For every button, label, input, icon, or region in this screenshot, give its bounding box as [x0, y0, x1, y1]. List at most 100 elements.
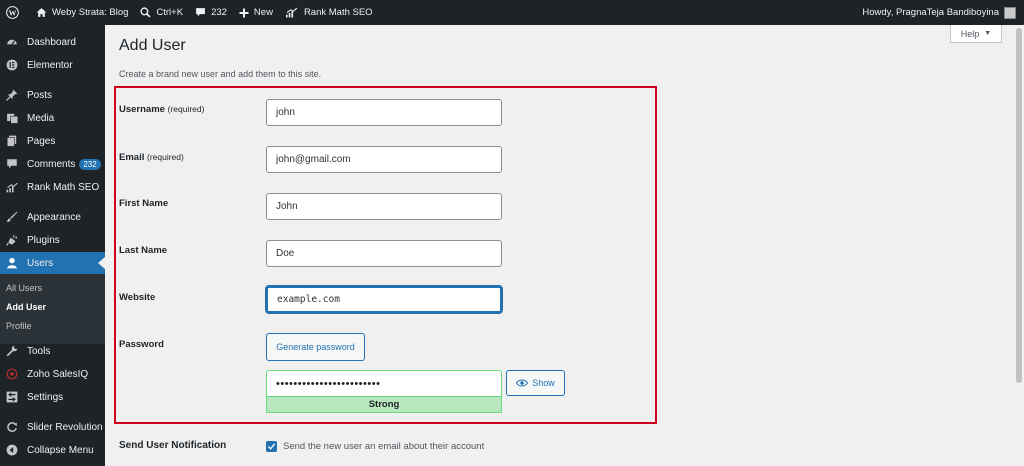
- checkmark-icon: [267, 443, 276, 450]
- comments-icon: [5, 157, 19, 171]
- comments-badge: 232: [79, 158, 101, 170]
- show-label: Show: [532, 378, 555, 388]
- notification-text: Send the new user an email about their a…: [283, 441, 485, 452]
- required-note: (required): [167, 104, 205, 114]
- sidebar-label: Comments: [27, 158, 76, 170]
- sidebar-label: Plugins: [27, 234, 60, 246]
- sidebar-label: Posts: [27, 89, 53, 101]
- last-name-label: Last Name: [119, 245, 168, 256]
- shortcut-label: Ctrl+K: [156, 7, 184, 18]
- first-name-field[interactable]: John: [266, 193, 502, 220]
- email-label: Email (required): [119, 152, 184, 163]
- pin-icon: [5, 88, 19, 102]
- sidebar-item-plugins[interactable]: Plugins: [0, 229, 105, 251]
- sidebar-label: Appearance: [27, 211, 81, 223]
- email-label-text: Email: [119, 152, 145, 163]
- sidebar-label: Dashboard: [27, 36, 76, 48]
- sidebar-label: Rank Math SEO: [27, 181, 100, 193]
- refresh-icon: [5, 420, 19, 434]
- wrench-icon: [5, 344, 19, 358]
- search-icon: [140, 7, 151, 18]
- wordpress-logo[interactable]: W: [0, 0, 30, 25]
- rank-math-link[interactable]: Rank Math SEO: [279, 0, 379, 25]
- username-label-text: Username: [119, 104, 165, 115]
- submenu-profile[interactable]: Profile: [6, 321, 32, 331]
- help-button[interactable]: Help ▼: [950, 25, 1002, 43]
- comments-link[interactable]: 232: [189, 0, 233, 25]
- sidebar-label: Users: [27, 257, 54, 269]
- sidebar-item-settings[interactable]: Settings: [0, 386, 105, 408]
- rank-math-label: Rank Math SEO: [303, 7, 373, 18]
- sidebar-item-rank-math[interactable]: Rank Math SEO: [0, 176, 105, 198]
- sidebar-label: Media: [27, 112, 55, 124]
- collapse-icon: [5, 443, 19, 457]
- rank-math-icon: [285, 7, 298, 18]
- sidebar-item-users[interactable]: Users: [0, 252, 105, 274]
- sidebar-label: Elementor: [27, 59, 73, 71]
- first-name-value: John: [276, 201, 298, 212]
- sidebar-label: Tools: [27, 345, 51, 357]
- site-name: Weby Strata: Blog: [52, 7, 129, 18]
- submenu-add-user[interactable]: Add User: [6, 302, 46, 312]
- sidebar-item-posts[interactable]: Posts: [0, 84, 105, 106]
- sidebar-item-tools[interactable]: Tools: [0, 340, 105, 362]
- sidebar-item-elementor[interactable]: Elementor: [0, 54, 105, 76]
- rank-math-icon: [5, 180, 19, 194]
- required-note: (required): [147, 152, 184, 162]
- site-name-link[interactable]: Weby Strata: Blog: [30, 0, 134, 25]
- eye-icon: [516, 379, 529, 387]
- caret-down-icon: ▼: [984, 30, 992, 37]
- elementor-icon: [5, 58, 19, 72]
- sidebar-item-slider-revolution[interactable]: Slider Revolution: [0, 416, 105, 438]
- help-label: Help: [960, 28, 980, 39]
- username-label: Username (required): [119, 104, 204, 115]
- svg-text:W: W: [9, 8, 17, 17]
- sidebar-item-zoho[interactable]: Zoho SalesIQ: [0, 363, 105, 385]
- collapse-menu-button[interactable]: Collapse Menu: [0, 439, 105, 461]
- command-palette[interactable]: Ctrl+K: [134, 0, 189, 25]
- users-submenu: All Users Add User Profile: [0, 274, 105, 344]
- scrollbar-thumb[interactable]: [1016, 28, 1022, 383]
- sidebar-label: Pages: [27, 135, 56, 147]
- sidebar-label: Collapse Menu: [27, 444, 94, 456]
- password-field[interactable]: ••••••••••••••••••••••••: [266, 370, 502, 397]
- password-label: Password: [119, 339, 164, 350]
- page-description: Create a brand new user and add them to …: [119, 69, 322, 79]
- sidebar-item-pages[interactable]: Pages: [0, 130, 105, 152]
- sidebar-item-dashboard[interactable]: Dashboard: [0, 31, 105, 53]
- sidebar-label: Zoho SalesIQ: [27, 368, 89, 380]
- plugin-icon: [5, 233, 19, 247]
- zoho-icon: [5, 367, 19, 381]
- password-strength-indicator: Strong: [266, 396, 502, 413]
- last-name-field[interactable]: Doe: [266, 240, 502, 267]
- sidebar-label: Slider Revolution: [27, 421, 103, 433]
- username-field[interactable]: john: [266, 99, 502, 126]
- sidebar-item-appearance[interactable]: Appearance: [0, 206, 105, 228]
- comment-icon: [196, 8, 205, 17]
- page-title: Add User: [119, 37, 186, 54]
- plus-icon: [239, 8, 249, 17]
- sidebar-item-media[interactable]: Media: [0, 107, 105, 129]
- email-field[interactable]: john@gmail.com: [266, 146, 502, 173]
- show-password-button[interactable]: Show: [506, 370, 565, 396]
- greeting: Howdy, PragnaTeja Bandiboyina: [862, 7, 999, 18]
- media-icon: [5, 111, 19, 125]
- new-content-link[interactable]: New: [233, 0, 279, 25]
- last-name-value: Doe: [276, 248, 295, 259]
- password-value: ••••••••••••••••••••••••: [276, 378, 381, 390]
- home-icon: [36, 8, 47, 17]
- admin-sidebar: Dashboard Elementor Posts Media Pages Co…: [0, 25, 105, 466]
- website-value: example.com: [277, 294, 340, 305]
- email-value: john@gmail.com: [276, 154, 351, 165]
- paintbrush-icon: [5, 210, 19, 224]
- website-label: Website: [119, 292, 156, 303]
- account-menu[interactable]: Howdy, PragnaTeja Bandiboyina: [862, 0, 1016, 25]
- website-field[interactable]: example.com: [266, 286, 502, 313]
- generate-password-button[interactable]: Generate password: [266, 333, 365, 361]
- sidebar-item-comments[interactable]: Comments 232: [0, 153, 105, 175]
- first-name-label: First Name: [119, 198, 169, 209]
- notification-checkbox[interactable]: [266, 441, 277, 452]
- new-label: New: [253, 7, 273, 18]
- submenu-all-users[interactable]: All Users: [6, 283, 42, 293]
- username-value: john: [276, 107, 295, 118]
